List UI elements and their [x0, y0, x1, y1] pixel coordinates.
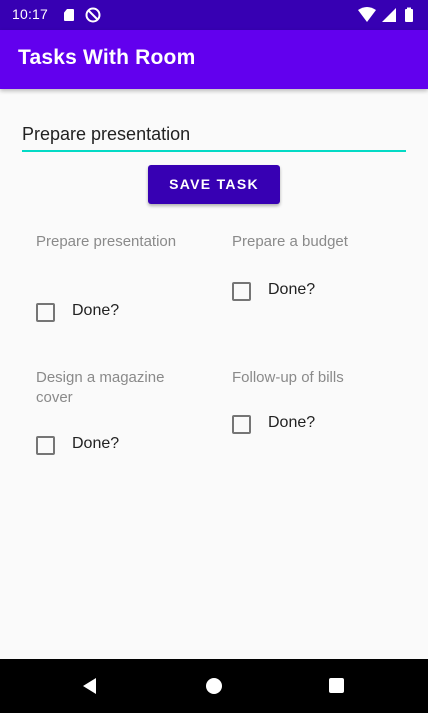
app-title: Tasks With Room [18, 46, 196, 69]
sd-card-icon [64, 9, 74, 21]
done-checkbox[interactable] [232, 415, 251, 434]
navigation-bar [0, 659, 428, 713]
done-label[interactable]: Done? [268, 280, 315, 300]
task-name: Design a magazine cover [36, 369, 165, 406]
done-row[interactable]: Done? [36, 434, 156, 456]
done-row[interactable]: Done? [232, 280, 352, 302]
done-label[interactable]: Done? [72, 301, 119, 321]
task-input[interactable] [22, 118, 406, 152]
back-icon[interactable] [83, 678, 96, 694]
status-right-icons [358, 7, 413, 22]
task-name: Follow-up of bills [232, 369, 344, 386]
done-label[interactable]: Done? [72, 434, 119, 454]
status-bar: 10:17 [0, 0, 428, 30]
app-bar: Tasks With Room [0, 30, 428, 89]
done-checkbox[interactable] [36, 436, 55, 455]
done-checkbox[interactable] [36, 303, 55, 322]
wifi-icon [358, 7, 376, 22]
home-icon[interactable] [206, 678, 222, 694]
done-label[interactable]: Done? [268, 413, 315, 433]
done-row[interactable]: Done? [232, 413, 352, 435]
task-name: Prepare a budget [232, 233, 348, 250]
save-task-button[interactable]: SAVE TASK [148, 165, 280, 204]
signal-icon [382, 8, 396, 22]
battery-icon [405, 7, 413, 22]
recents-icon[interactable] [329, 678, 344, 693]
done-checkbox[interactable] [232, 282, 251, 301]
task-name: Prepare presentation [36, 233, 177, 250]
done-row[interactable]: Done? [36, 301, 156, 323]
do-not-disturb-icon [85, 7, 101, 23]
status-time: 10:17 [12, 6, 49, 22]
main-content: SAVE TASK Prepare presentation Done? Pre… [0, 89, 428, 659]
